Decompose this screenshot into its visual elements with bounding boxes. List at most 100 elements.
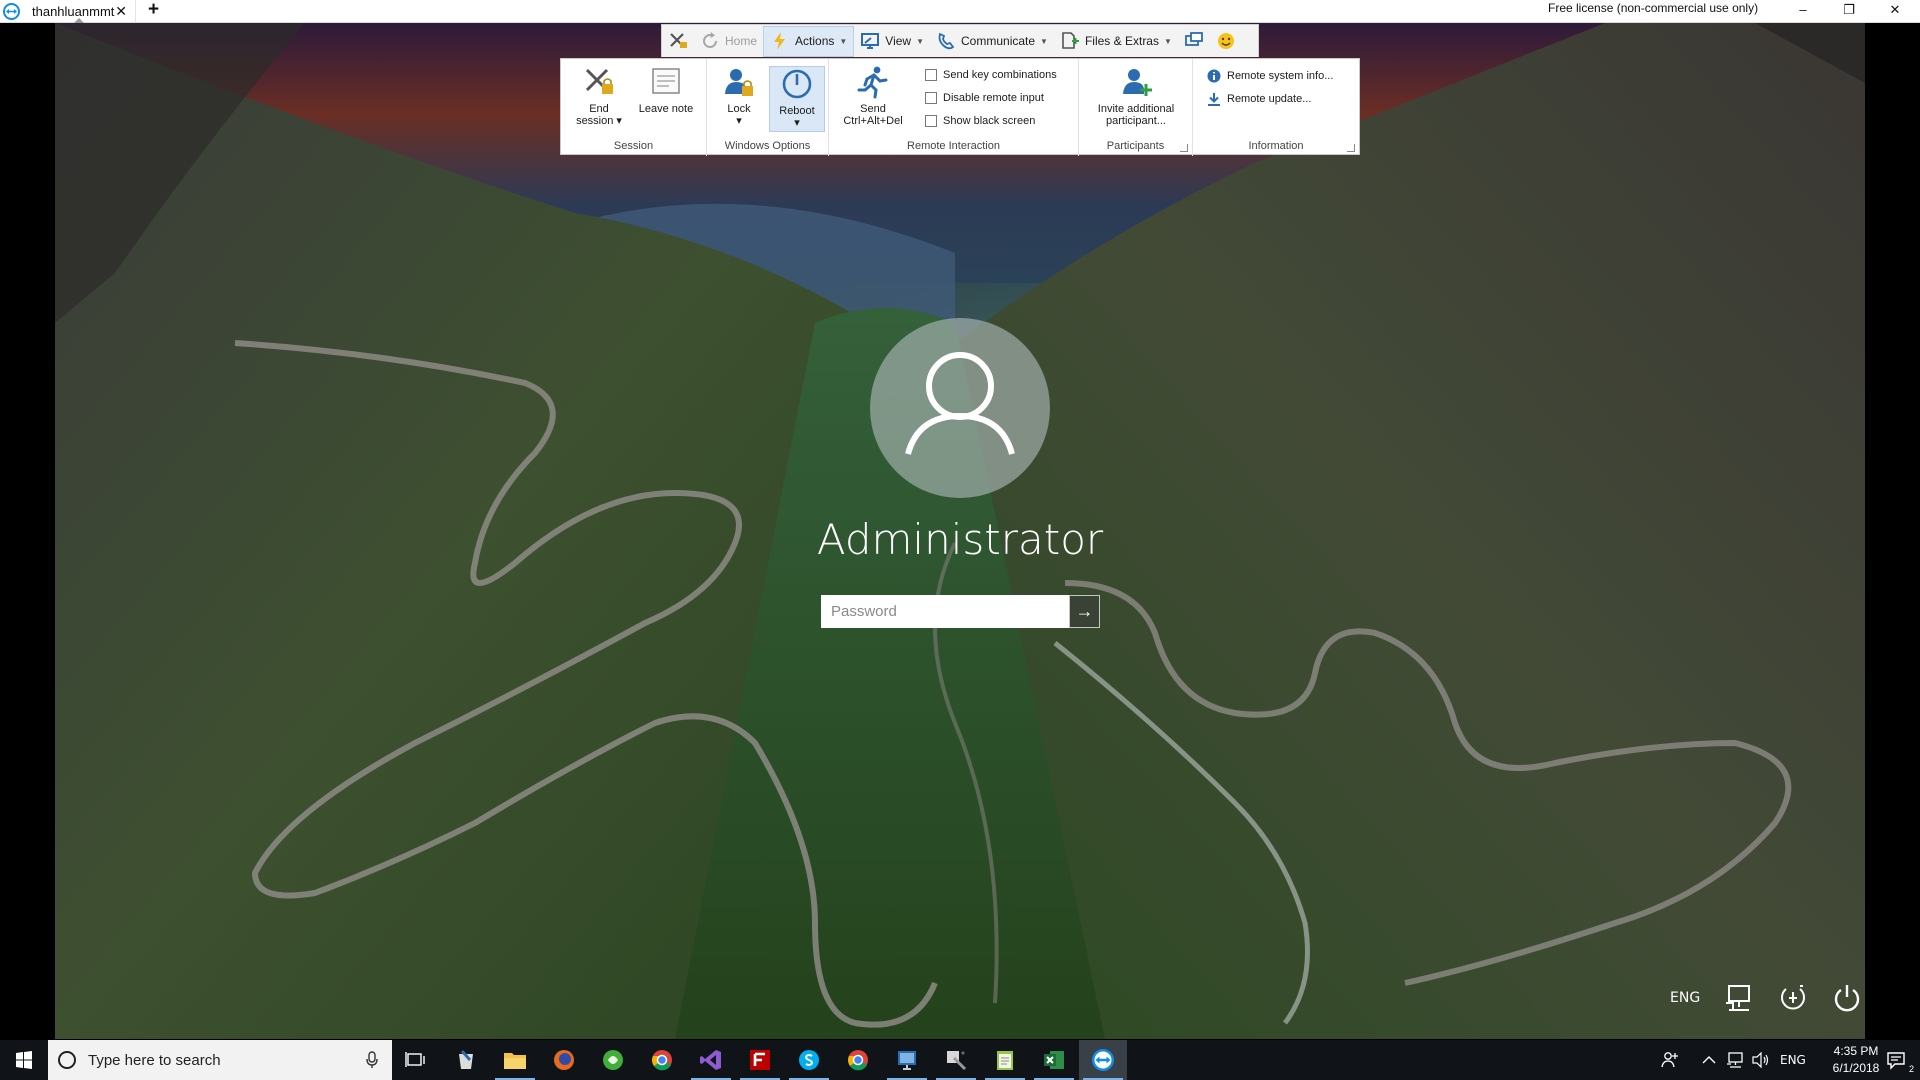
submit-arrow-button[interactable]: →: [1069, 595, 1100, 628]
password-input[interactable]: [821, 595, 1069, 628]
taskbar-app-green-tool[interactable]: [589, 1040, 637, 1080]
remote-screen[interactable]: Administrator → ENG: [55, 23, 1865, 1039]
leave-note-label: Leave note: [638, 103, 694, 115]
tab-communicate[interactable]: Communicate ▼: [930, 26, 1054, 57]
password-field-group: →: [821, 595, 1100, 628]
tab-home-label: Home: [725, 34, 758, 48]
network-icon[interactable]: [1726, 1052, 1744, 1068]
teamviewer-tab-strip: thanhluanmmt ✕ + Free license (non-comme…: [0, 0, 1920, 23]
minimize-button[interactable]: –: [1780, 0, 1826, 22]
windows-taskbar: Type here to search ENG 4:35 PM 6/1/2018…: [0, 1040, 1920, 1080]
user-lock-icon: [725, 69, 753, 96]
checkbox-unchecked[interactable]: [925, 92, 937, 104]
lockscreen-tray: ENG: [1670, 978, 1862, 1018]
add-user-icon: [1123, 69, 1152, 96]
start-button[interactable]: [0, 1040, 48, 1080]
taskbar-app-file-explorer[interactable]: [491, 1040, 539, 1080]
download-icon: [1208, 93, 1220, 106]
end-session-button[interactable]: End session ▾: [571, 65, 627, 127]
restore-button[interactable]: ❐: [1826, 0, 1872, 22]
taskbar-app-paint[interactable]: [442, 1040, 490, 1080]
taskbar-app-tools[interactable]: [932, 1040, 980, 1080]
action-center-button[interactable]: 2: [1872, 1040, 1920, 1080]
switch-sides-button[interactable]: [1178, 26, 1210, 57]
send-ctrl-alt-del-button[interactable]: Send Ctrl+Alt+Del: [837, 65, 909, 127]
information-caption: Information: [1248, 140, 1304, 152]
information-dialog-launcher-icon[interactable]: [1347, 144, 1355, 152]
ribbon-group-information: Remote system info... Remote update... I…: [1193, 59, 1359, 156]
windows-options-caption: Windows Options: [724, 140, 811, 152]
tab-files-extras[interactable]: Files & Extras ▼: [1054, 26, 1178, 57]
lightning-icon: [774, 32, 786, 50]
chrome-icon: [848, 1050, 868, 1071]
search-placeholder: Type here to search: [88, 1051, 221, 1069]
tab-files-extras-label: Files & Extras: [1084, 34, 1159, 48]
tab-actions[interactable]: Actions ▼: [763, 25, 855, 57]
close-tab-icon[interactable]: ✕: [115, 3, 127, 20]
disable-remote-input-checkbox[interactable]: Disable remote input: [925, 92, 1044, 104]
chevron-down-icon: ▼: [1163, 36, 1172, 46]
reboot-label: Reboot: [779, 105, 815, 117]
filezilla-icon: [750, 1050, 770, 1070]
power-icon[interactable]: [1832, 983, 1862, 1013]
tab-home[interactable]: Home: [694, 26, 763, 57]
send-key-combinations-checkbox[interactable]: Send key combinations: [925, 69, 1057, 81]
send-key-combinations-label: Send key combinations: [943, 69, 1057, 81]
teamviewer-toolbar: Home Actions ▼ View ▼ Communicate ▼ File…: [661, 24, 1259, 57]
taskbar-app-visual-studio[interactable]: [687, 1040, 735, 1080]
monitor-icon: [861, 33, 880, 49]
tab-view-label: View: [885, 34, 912, 48]
note-icon: [652, 68, 680, 94]
participants-caption: Participants: [1106, 140, 1165, 152]
reboot-button[interactable]: Reboot ▾: [769, 66, 825, 132]
checkbox-unchecked[interactable]: [925, 69, 937, 81]
network-icon[interactable]: [1724, 984, 1754, 1012]
remote-system-info-label: Remote system info...: [1227, 70, 1334, 82]
close-window-button[interactable]: ✕: [1872, 0, 1918, 22]
taskbar-app-teamviewer[interactable]: [1079, 1040, 1127, 1080]
tab-view[interactable]: View ▼: [854, 26, 930, 57]
lockscreen-username: Administrator: [816, 515, 1104, 564]
taskbar-app-filezilla[interactable]: [736, 1040, 784, 1080]
new-tab-button[interactable]: +: [148, 0, 159, 20]
feedback-button[interactable]: [1210, 26, 1242, 57]
paint-cup-icon: [459, 1050, 473, 1069]
taskbar-language[interactable]: ENG: [1780, 1053, 1806, 1067]
remote-desktop-icon: [898, 1051, 916, 1070]
taskbar-app-chrome-2[interactable]: [834, 1040, 882, 1080]
show-hidden-icons-chevron-icon[interactable]: [1702, 1055, 1716, 1065]
chrome-icon: [652, 1050, 672, 1071]
ease-of-access-icon[interactable]: [1778, 983, 1808, 1013]
invite-participant-button[interactable]: Invite additional participant...: [1087, 65, 1185, 127]
show-black-screen-checkbox[interactable]: Show black screen: [925, 115, 1035, 127]
taskbar-app-notepad[interactable]: [981, 1040, 1029, 1080]
remote-update-label: Remote update...: [1227, 93, 1312, 105]
close-connection-button[interactable]: [662, 26, 694, 57]
user-avatar: [870, 318, 1050, 498]
lock-button[interactable]: Lock ▾: [711, 65, 767, 127]
lockscreen-language[interactable]: ENG: [1670, 990, 1700, 1006]
volume-icon[interactable]: [1752, 1052, 1770, 1068]
home-refresh-icon: [703, 32, 717, 48]
taskbar-app-remote-desktop[interactable]: [883, 1040, 931, 1080]
invite-label-2: participant...: [1106, 115, 1166, 127]
taskbar-app-chrome[interactable]: [638, 1040, 686, 1080]
task-view-button[interactable]: [392, 1040, 440, 1080]
microphone-icon[interactable]: [366, 1051, 378, 1069]
folder-icon: [504, 1053, 526, 1069]
taskbar-app-excel[interactable]: [1030, 1040, 1078, 1080]
remote-interaction-caption: Remote Interaction: [907, 140, 1000, 152]
taskbar-search-box[interactable]: Type here to search: [48, 1040, 392, 1080]
notification-count-badge: 2: [1908, 1064, 1914, 1074]
info-icon: [1207, 69, 1221, 83]
lock-label: Lock: [727, 103, 751, 115]
checkbox-unchecked[interactable]: [925, 115, 937, 127]
people-icon[interactable]: [1660, 1050, 1680, 1070]
taskbar-app-firefox[interactable]: [540, 1040, 588, 1080]
leave-note-button[interactable]: Leave note: [633, 65, 699, 115]
participants-dialog-launcher-icon[interactable]: [1180, 144, 1188, 152]
taskbar-app-skype[interactable]: [785, 1040, 833, 1080]
remote-system-info-link[interactable]: Remote system info...: [1207, 69, 1333, 83]
remote-update-link[interactable]: Remote update...: [1207, 92, 1311, 106]
end-session-label-1: End: [589, 103, 609, 115]
